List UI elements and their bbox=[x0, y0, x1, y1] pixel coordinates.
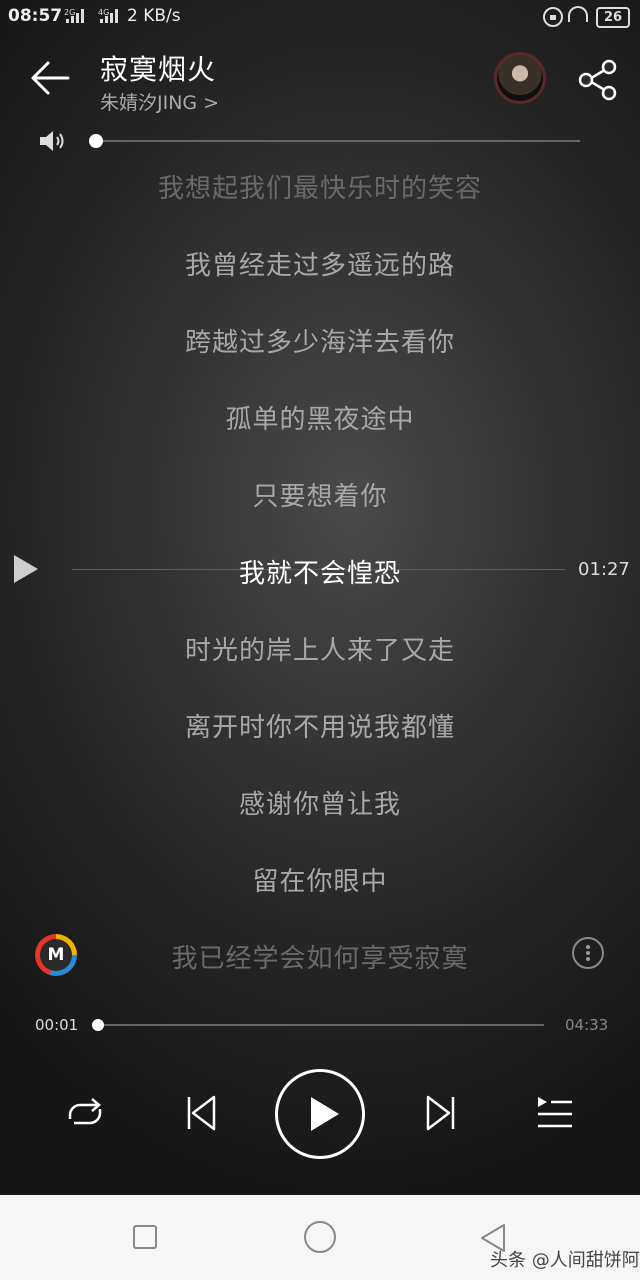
headphones-icon bbox=[568, 6, 588, 22]
status-bar: 08:57 2G 4G 2 KB/s 26 bbox=[0, 0, 640, 34]
volume-slider-handle[interactable] bbox=[89, 134, 103, 148]
next-icon[interactable] bbox=[422, 1094, 458, 1132]
lyric-line: 跨越过多少海洋去看你 bbox=[184, 328, 455, 358]
rotation-lock-icon bbox=[543, 7, 563, 27]
seek-play-icon[interactable] bbox=[14, 555, 38, 583]
back-arrow-icon[interactable] bbox=[28, 58, 72, 98]
watermark-text: 头条 @人间甜饼阿 bbox=[490, 1250, 640, 1271]
lyric-line: 只要想着你 bbox=[252, 482, 388, 512]
home-icon[interactable] bbox=[304, 1221, 336, 1253]
previous-icon[interactable] bbox=[184, 1094, 220, 1132]
music-app-logo[interactable]: M bbox=[35, 934, 77, 976]
battery-indicator: 26 bbox=[596, 7, 630, 28]
more-options-icon[interactable] bbox=[572, 937, 604, 969]
lyric-line: 我曾经走过多遥远的路 bbox=[184, 251, 455, 281]
play-button[interactable] bbox=[275, 1069, 365, 1159]
progress-bar[interactable] bbox=[96, 1024, 544, 1026]
artist-link[interactable]: 朱婧汐JING > bbox=[100, 88, 219, 115]
player-screen: 08:57 2G 4G 2 KB/s 26 寂寞烟火 朱婧汐JING > 我想起… bbox=[0, 0, 640, 1195]
total-time: 04:33 bbox=[565, 1016, 609, 1034]
lyric-line: 留在你眼中 bbox=[252, 867, 388, 897]
network-speed: 2 KB/s bbox=[127, 6, 181, 26]
signal-bars-2-icon bbox=[100, 9, 118, 23]
playlist-icon[interactable] bbox=[535, 1095, 575, 1131]
current-lyric-line: 我就不会惶恐 bbox=[238, 559, 401, 589]
lyric-line: 时光的岸上人来了又走 bbox=[184, 636, 455, 666]
artist-avatar[interactable] bbox=[494, 52, 546, 104]
lyric-line: 感谢你曾让我 bbox=[238, 790, 401, 820]
recent-apps-icon[interactable] bbox=[133, 1225, 157, 1249]
current-time: 00:01 bbox=[35, 1016, 79, 1034]
lyric-line: 我已经学会如何享受寂寞 bbox=[171, 944, 469, 974]
progress-handle[interactable] bbox=[91, 1019, 104, 1031]
lyric-seek-time: 01:27 bbox=[578, 559, 630, 580]
volume-icon[interactable] bbox=[38, 128, 66, 154]
lyric-line: 我想起我们最快乐时的笑容 bbox=[157, 174, 482, 204]
repeat-icon[interactable] bbox=[62, 1093, 108, 1133]
lyric-line: 孤单的黑夜途中 bbox=[225, 405, 415, 435]
logo-letter: M bbox=[40, 939, 72, 971]
lyric-line: 离开时你不用说我都懂 bbox=[184, 713, 455, 743]
signal-bars-1-icon bbox=[66, 9, 84, 23]
status-time: 08:57 bbox=[8, 6, 63, 26]
volume-slider[interactable] bbox=[95, 140, 580, 142]
song-title: 寂寞烟火 bbox=[100, 53, 217, 86]
share-icon[interactable] bbox=[576, 58, 620, 102]
